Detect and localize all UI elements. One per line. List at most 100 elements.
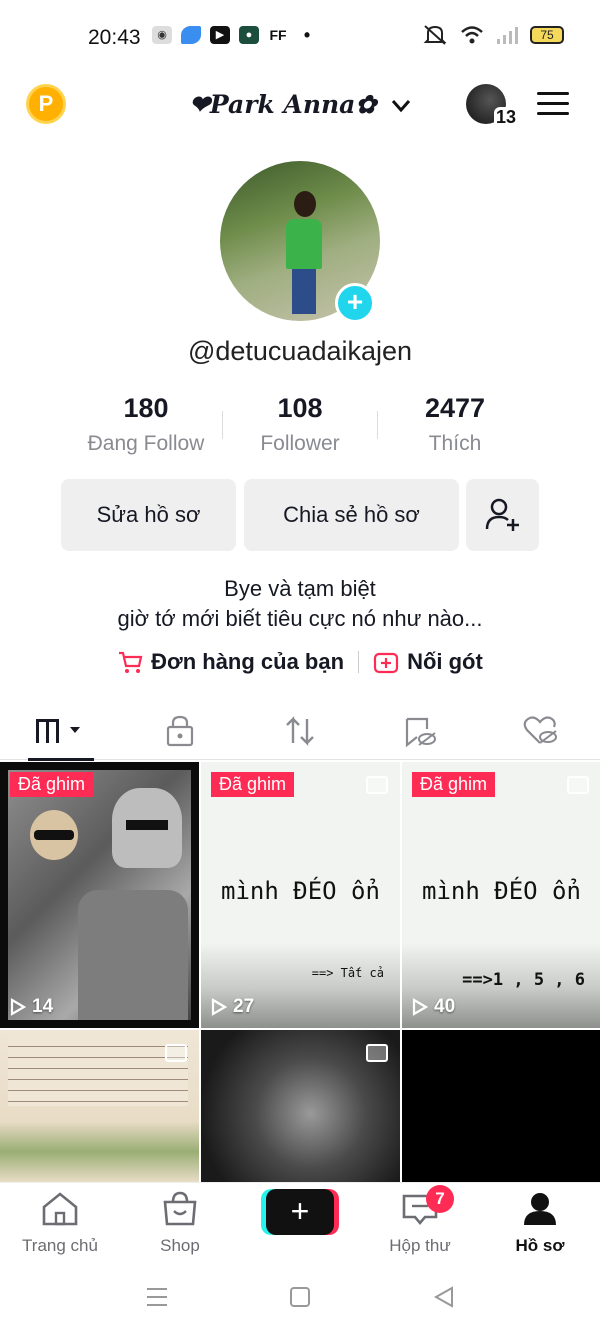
view-count: 40 [412, 996, 455, 1018]
photo-icon [165, 1044, 187, 1062]
likes-label: Thích [428, 432, 482, 455]
video-tile[interactable]: Đã ghim mình ĐÉO ổn ==> Tất cả 27 [201, 762, 400, 1028]
pinned-badge: Đã ghim [211, 772, 295, 797]
edit-profile-button[interactable]: Sửa hồ sơ [61, 479, 236, 551]
video-tile[interactable] [0, 1030, 199, 1182]
followers-label: Follower [260, 432, 340, 455]
visitor-count: 13 [493, 107, 518, 128]
video-thumbnail [8, 770, 191, 1020]
view-count-value: 40 [434, 996, 456, 1017]
profile-links: Đơn hàng của bạn Nối gót [0, 646, 600, 678]
bio-line: giờ tớ mới biết tiêu cực nó như nào... [117, 606, 483, 631]
notification-icons: ◉ ▶ ● FF • [152, 26, 317, 44]
system-navigation-bar [0, 1262, 600, 1333]
bottom-navigation: Trang chủ Shop + 7 Hộp thư Hồ sơ [0, 1182, 600, 1262]
add-friend-button[interactable] [466, 479, 539, 551]
profile-handle: @detucuadaikajen [187, 336, 413, 366]
pinned-badge: Đã ghim [10, 772, 94, 797]
video-tile[interactable] [402, 1030, 600, 1182]
bookmark-hidden-icon [405, 717, 436, 747]
tab-private[interactable] [120, 702, 240, 760]
active-tab-indicator [28, 758, 94, 761]
following-count: 180 [123, 393, 169, 423]
gamepad-icon: ◉ [152, 26, 172, 44]
nav-profile-label: Hồ sơ [515, 1236, 565, 1255]
pinned-badge: Đã ghim [412, 772, 496, 797]
play-icon [10, 998, 26, 1016]
tab-liked[interactable] [480, 702, 600, 760]
profile-top-bar: P ❤Park Anna✿ 13 [0, 78, 600, 134]
add-box-icon [373, 652, 399, 674]
more-dot: • [303, 25, 311, 45]
fanclub-link[interactable]: Nối gót [373, 649, 483, 675]
home-button-icon[interactable] [289, 1286, 311, 1308]
back-icon[interactable] [432, 1286, 456, 1308]
nav-inbox[interactable]: 7 Hộp thư [360, 1185, 480, 1256]
chevron-down-icon [391, 100, 411, 113]
content-tabs [0, 702, 600, 761]
nav-shop[interactable]: Shop [120, 1191, 240, 1256]
play-icon [211, 998, 227, 1016]
stat-likes[interactable]: 2477 Thích [375, 393, 535, 456]
tile-subcaption: ==>1 , 5 , 6 [462, 970, 585, 990]
add-user-icon [485, 498, 519, 531]
menu-icon[interactable] [537, 92, 569, 116]
tile-subcaption: ==> Tất cả [311, 966, 384, 980]
create-button[interactable]: + [266, 1189, 334, 1235]
inbox-badge: 7 [426, 1185, 454, 1213]
tile-caption: mình ĐÉO ổn [422, 877, 581, 905]
orders-link[interactable]: Đơn hàng của bạn [117, 649, 344, 675]
app-icon: ● [239, 26, 259, 44]
tab-videos[interactable] [0, 702, 120, 760]
nav-shop-label: Shop [160, 1236, 200, 1255]
nav-home[interactable]: Trang chủ [0, 1191, 120, 1256]
profile-bio: Bye và tạm biệt giờ tớ mới biết tiêu cực… [0, 574, 600, 634]
orders-link-label: Đơn hàng của bạn [151, 649, 345, 674]
play-icon [412, 998, 428, 1016]
view-count: 14 [10, 996, 53, 1018]
video-tile[interactable]: Đã ghim mình ĐÉO ổn ==>1 , 5 , 6 40 [402, 762, 600, 1028]
lock-icon [166, 715, 194, 747]
bio-line: Bye và tạm biệt [224, 576, 376, 601]
home-icon [42, 1192, 78, 1226]
wifi-icon [461, 26, 483, 44]
fanclub-link-label: Nối gót [407, 649, 483, 674]
nav-inbox-label: Hộp thư [389, 1236, 451, 1255]
photo-icon [366, 1044, 388, 1062]
profile-icon [524, 1193, 556, 1225]
repost-icon [286, 716, 314, 746]
heart-hidden-icon [523, 716, 557, 744]
share-profile-button[interactable]: Chia sẻ hồ sơ [244, 479, 459, 551]
tile-caption: mình ĐÉO ổn [221, 877, 380, 905]
view-count: 27 [211, 996, 254, 1018]
ff-label: FF [269, 27, 287, 43]
likes-count: 2477 [424, 393, 486, 423]
view-count-value: 14 [32, 996, 54, 1017]
photo-icon [366, 776, 388, 794]
mute-icon [423, 25, 447, 45]
followers-count: 108 [277, 393, 323, 423]
status-bar: 20:43 ◉ ▶ ● FF • 75 [0, 0, 600, 78]
video-grid: Đã ghim 14 Đã ghim mình ĐÉO ổn ==> Tất c… [0, 762, 600, 1182]
tab-reposts[interactable] [240, 702, 360, 760]
links-divider [358, 651, 360, 673]
status-time: 20:43 [88, 26, 141, 49]
recents-icon[interactable] [145, 1286, 169, 1308]
video-tile[interactable]: Đã ghim 14 [0, 762, 199, 1028]
video-tile[interactable] [201, 1030, 400, 1182]
nav-profile[interactable]: Hồ sơ [480, 1191, 600, 1256]
document-photo [8, 1036, 188, 1106]
account-name: ❤Park Anna✿ [188, 90, 377, 119]
following-label: Đang Follow [87, 432, 205, 455]
recent-visitors-avatar[interactable]: 13 [466, 84, 518, 128]
stat-following[interactable]: 180 Đang Follow [66, 393, 226, 456]
youtube-icon: ▶ [210, 26, 230, 44]
system-indicators: 75 [422, 24, 564, 46]
tab-favorites[interactable] [360, 702, 480, 760]
shopping-bag-icon [163, 1191, 197, 1226]
add-story-button[interactable]: + [335, 283, 375, 323]
avatar-photo [286, 191, 322, 314]
profile-stats: 180 Đang Follow 108 Follower 2477 Thích [0, 393, 600, 463]
stat-followers[interactable]: 108 Follower [220, 393, 380, 456]
signal-icon [497, 27, 518, 44]
